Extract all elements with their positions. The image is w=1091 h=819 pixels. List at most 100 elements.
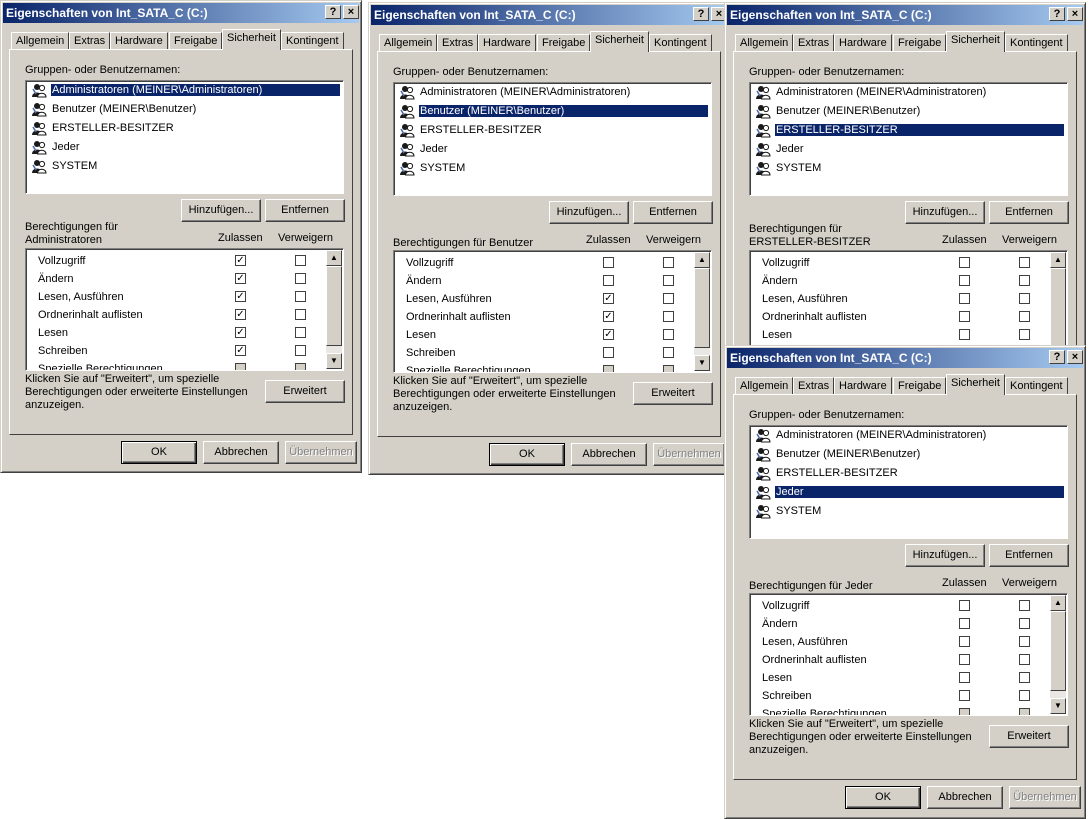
deny-checkbox[interactable] (295, 327, 306, 338)
scroll-up-arrow-icon[interactable]: ▲ (326, 250, 342, 266)
permissions-scrollbar[interactable]: ▲ ▼ (1050, 252, 1066, 346)
deny-checkbox[interactable] (1019, 293, 1030, 304)
scroll-down-arrow-icon[interactable]: ▼ (694, 355, 710, 371)
allow-checkbox[interactable] (235, 363, 246, 370)
scroll-down-arrow-icon[interactable]: ▼ (1050, 698, 1066, 714)
user-item-system[interactable]: SYSTEM (753, 503, 1064, 521)
add-button[interactable]: Hinzufügen... (181, 199, 261, 222)
user-item-jeder[interactable]: Jeder (753, 141, 1064, 159)
deny-checkbox[interactable] (1019, 600, 1030, 611)
remove-button[interactable]: Entfernen (989, 201, 1069, 224)
deny-checkbox[interactable] (1019, 275, 1030, 286)
title-bar[interactable]: Eigenschaften von Int_SATA_C (C:) ? × (727, 348, 1083, 368)
users-listbox[interactable]: Administratoren (MEINER\Administratoren)… (749, 425, 1068, 539)
allow-checkbox[interactable]: ✓ (235, 255, 246, 266)
add-button[interactable]: Hinzufügen... (905, 544, 985, 567)
allow-checkbox[interactable] (959, 275, 970, 286)
allow-checkbox[interactable] (603, 257, 614, 268)
deny-checkbox[interactable] (663, 257, 674, 268)
users-listbox[interactable]: Administratoren (MEINER\Administratoren)… (25, 80, 344, 194)
deny-checkbox[interactable] (663, 311, 674, 322)
allow-checkbox[interactable] (959, 672, 970, 683)
tab-extras[interactable]: Extras (793, 377, 835, 394)
deny-checkbox[interactable] (663, 329, 674, 340)
permissions-scrollbar[interactable]: ▲ ▼ (1050, 595, 1066, 714)
deny-checkbox[interactable] (295, 345, 306, 356)
allow-checkbox[interactable] (959, 618, 970, 629)
help-button[interactable]: ? (1049, 7, 1065, 21)
user-item-administratoren[interactable]: Administratoren (MEINER\Administratoren) (397, 84, 708, 102)
user-item-system[interactable]: SYSTEM (29, 158, 340, 176)
user-item-ersteller-besitzer[interactable]: ERSTELLER-BESITZER (29, 120, 340, 138)
tab-kontingent[interactable]: Kontingent (281, 32, 344, 49)
tab-extras[interactable]: Extras (793, 34, 835, 51)
user-item-administratoren[interactable]: Administratoren (MEINER\Administratoren) (753, 427, 1064, 445)
scroll-up-arrow-icon[interactable]: ▲ (1050, 595, 1066, 611)
user-item-ersteller-besitzer[interactable]: ERSTELLER-BESITZER (753, 122, 1064, 140)
ok-button[interactable]: OK (845, 786, 921, 809)
deny-checkbox[interactable] (663, 275, 674, 286)
deny-checkbox[interactable] (663, 293, 674, 304)
close-button[interactable]: × (1067, 7, 1083, 21)
user-item-benutzer[interactable]: Benutzer (MEINER\Benutzer) (29, 101, 340, 119)
help-button[interactable]: ? (1049, 350, 1065, 364)
allow-checkbox[interactable] (959, 690, 970, 701)
allow-checkbox[interactable] (959, 311, 970, 322)
help-button[interactable]: ? (693, 7, 709, 21)
help-button[interactable]: ? (325, 5, 341, 19)
title-bar[interactable]: Eigenschaften von Int_SATA_C (C:) ? × (727, 5, 1083, 25)
apply-button[interactable]: Übernehmen (1009, 786, 1081, 809)
tab-hardware[interactable]: Hardware (110, 32, 168, 49)
deny-checkbox[interactable] (295, 309, 306, 320)
cancel-button[interactable]: Abbrechen (203, 441, 279, 464)
tab-freigabe[interactable]: Freigabe (893, 34, 947, 51)
allow-checkbox[interactable] (959, 636, 970, 647)
tab-kontingent[interactable]: Kontingent (1005, 377, 1068, 394)
deny-checkbox[interactable] (1019, 329, 1030, 340)
deny-checkbox[interactable] (295, 255, 306, 266)
user-item-benutzer[interactable]: Benutzer (MEINER\Benutzer) (753, 446, 1064, 464)
tab-sicherheit[interactable]: Sicherheit (222, 29, 281, 50)
remove-button[interactable]: Entfernen (633, 201, 713, 224)
permissions-list[interactable]: Vollzugriff Ändern Lesen, Ausführen Ordneri… (749, 593, 1068, 716)
tab-sicherheit[interactable]: Sicherheit (590, 31, 649, 52)
allow-checkbox[interactable] (603, 275, 614, 286)
allow-checkbox[interactable] (959, 257, 970, 268)
deny-checkbox[interactable] (663, 365, 674, 372)
user-item-ersteller-besitzer[interactable]: ERSTELLER-BESITZER (397, 122, 708, 140)
apply-button[interactable]: Übernehmen (285, 441, 357, 464)
deny-checkbox[interactable] (295, 273, 306, 284)
permissions-list[interactable]: Vollzugriff Ändern Lesen, Ausführen ✓ Ordner… (393, 250, 712, 373)
deny-checkbox[interactable] (663, 347, 674, 358)
tab-allgemein[interactable]: Allgemein (11, 32, 70, 49)
user-item-jeder[interactable]: Jeder (753, 484, 1064, 502)
allow-checkbox[interactable]: ✓ (235, 291, 246, 302)
user-item-administratoren[interactable]: Administratoren (MEINER\Administratoren) (29, 82, 340, 100)
allow-checkbox[interactable]: ✓ (603, 311, 614, 322)
scroll-thumb[interactable] (694, 268, 710, 348)
title-bar[interactable]: Eigenschaften von Int_SATA_C (C:) ? × (3, 3, 359, 23)
deny-checkbox[interactable] (1019, 311, 1030, 322)
remove-button[interactable]: Entfernen (989, 544, 1069, 567)
scroll-up-arrow-icon[interactable]: ▲ (1050, 252, 1066, 268)
tab-hardware[interactable]: Hardware (478, 34, 536, 51)
tab-hardware[interactable]: Hardware (834, 34, 892, 51)
deny-checkbox[interactable] (295, 363, 306, 370)
permissions-scrollbar[interactable]: ▲ ▼ (326, 250, 342, 369)
apply-button[interactable]: Übernehmen (653, 443, 725, 466)
close-button[interactable]: × (1067, 350, 1083, 364)
allow-checkbox[interactable]: ✓ (603, 293, 614, 304)
user-item-benutzer[interactable]: Benutzer (MEINER\Benutzer) (397, 103, 708, 121)
deny-checkbox[interactable] (1019, 654, 1030, 665)
user-item-jeder[interactable]: Jeder (29, 139, 340, 157)
tab-sicherheit[interactable]: Sicherheit (946, 31, 1005, 52)
user-item-system[interactable]: SYSTEM (753, 160, 1064, 178)
tab-kontingent[interactable]: Kontingent (1005, 34, 1068, 51)
deny-checkbox[interactable] (295, 291, 306, 302)
permissions-list[interactable]: Vollzugriff ✓ Ändern ✓ Lesen, Ausführen ✓ Ordn… (25, 248, 344, 371)
advanced-button[interactable]: Erweitert (989, 725, 1069, 748)
user-item-jeder[interactable]: Jeder (397, 141, 708, 159)
allow-checkbox[interactable] (603, 365, 614, 372)
tab-freigabe[interactable]: Freigabe (537, 34, 591, 51)
cancel-button[interactable]: Abbrechen (927, 786, 1003, 809)
